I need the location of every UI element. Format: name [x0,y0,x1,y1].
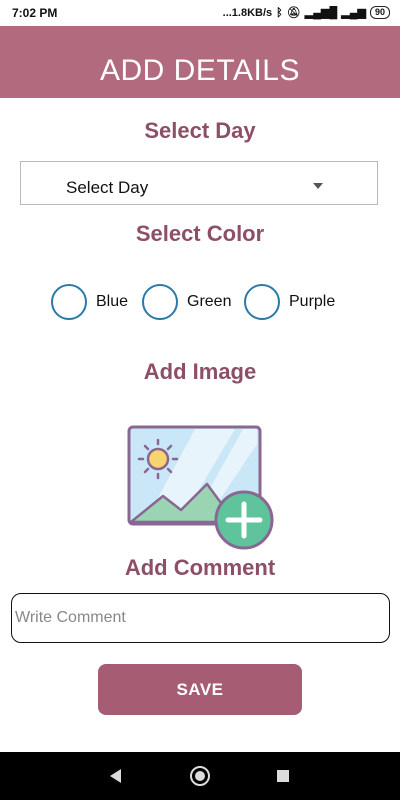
add-image-heading: Add Image [143,359,257,384]
home-icon[interactable] [190,766,210,786]
radio-button-blue[interactable] [51,284,87,320]
radio-label-blue: Blue [96,293,129,310]
mute-icon: 🔕︎ [286,7,301,19]
back-icon[interactable] [110,769,121,783]
signal-icon: ▂▄▆█ [304,7,338,19]
status-bar: 7:02 PM ...1.8KB/s ᛒ 🔕︎ ▂▄▆█ ▂▄▆ 90 [0,0,400,26]
day-dropdown[interactable]: Select Day [20,161,378,205]
save-button[interactable]: SAVE [98,664,302,715]
select-color-heading: Select Color [135,221,265,246]
add-image-button[interactable] [125,424,280,552]
battery-icon: 90 [369,6,390,19]
radio-label-green: Green [187,293,232,310]
bluetooth-icon: ᛒ [276,6,283,19]
comment-input[interactable] [11,593,390,643]
radio-option-blue[interactable]: Blue [51,282,128,322]
recent-apps-icon[interactable] [277,770,289,782]
dropdown-arrow-icon [313,183,323,189]
system-nav-bar [0,752,400,800]
status-time: 7:02 PM [12,6,58,20]
radio-label-purple: Purple [289,293,336,310]
radio-option-purple[interactable]: Purple [244,282,335,322]
add-image-icon [127,425,274,550]
page-title: ADD DETAILS [100,54,300,87]
day-dropdown-value: Select Day [66,178,149,197]
app-header: ADD DETAILS [0,26,400,98]
select-day-heading: Select Day [144,118,256,143]
network-speed: ...1.8KB/s [222,6,273,19]
radio-button-purple[interactable] [244,284,280,320]
add-comment-heading: Add Comment [124,555,276,580]
status-icons: ...1.8KB/s ᛒ 🔕︎ ▂▄▆█ ▂▄▆ 90 [223,6,390,19]
radio-button-green[interactable] [142,284,178,320]
radio-option-green[interactable]: Green [142,282,231,322]
signal-icon-2: ▂▄▆ [341,7,366,19]
color-radio-group: Blue Green Purple [0,282,400,322]
